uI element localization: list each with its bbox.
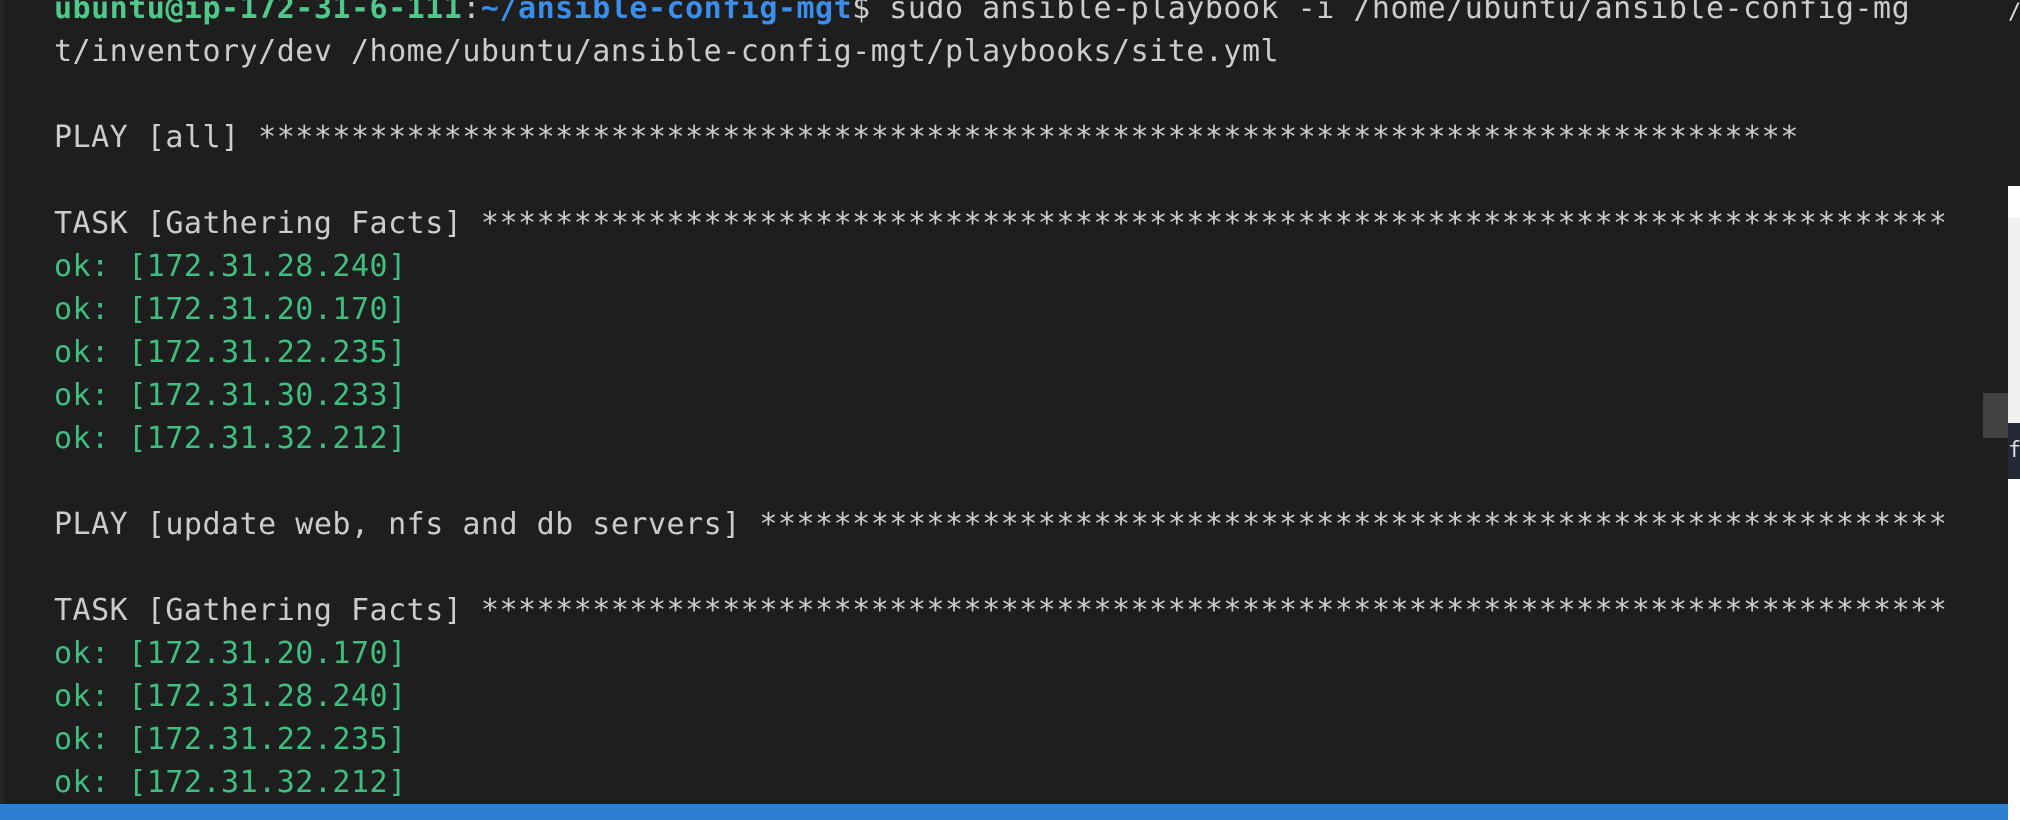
background-text: /s — [2008, 0, 2020, 186]
task-result: ok: [172.31.22.235] — [54, 335, 407, 370]
terminal-panel[interactable]: ubuntu@ip-172-31-6-111:~/ansible-config-… — [0, 0, 2008, 804]
command-text: sudo ansible-playbook -i /home/ubuntu/an… — [870, 0, 1911, 26]
prompt-path: ~/ansible-config-mgt — [480, 0, 853, 26]
background-window: /s f — [2008, 0, 2020, 820]
task-result: ok: [172.31.20.170] — [54, 292, 407, 327]
play-header: PLAY [update web, nfs and db servers] **… — [54, 507, 1948, 542]
task-result: ok: [172.31.28.240] — [54, 249, 407, 284]
scrollbar-thumb[interactable] — [1983, 393, 2008, 438]
prompt-separator: : — [462, 0, 481, 26]
prompt-line: ubuntu@ip-172-31-6-111:~/ansible-config-… — [54, 0, 1947, 30]
task-result: ok: [172.31.20.170] — [54, 636, 407, 671]
task-result: ok: [172.31.32.212] — [54, 421, 407, 456]
terminal-output: ubuntu@ip-172-31-6-111:~/ansible-config-… — [54, 0, 1947, 804]
task-result: ok: [172.31.22.235] — [54, 722, 407, 757]
command-continuation: t/inventory/dev /home/ubuntu/ansible-con… — [54, 34, 1280, 69]
status-bar — [0, 804, 2008, 820]
task-result: ok: [172.31.32.212] — [54, 765, 407, 800]
task-header: TASK [Gathering Facts] *****************… — [54, 206, 1948, 241]
prompt-symbol: $ — [852, 0, 871, 26]
play-header: PLAY [all] *****************************… — [54, 120, 1799, 155]
background-text: f — [2008, 423, 2020, 479]
task-result: ok: [172.31.30.233] — [54, 378, 407, 413]
background-pane — [2008, 218, 2020, 423]
task-result: ok: [172.31.28.240] — [54, 679, 407, 714]
prompt-user: ubuntu@ip-172-31-6-111 — [54, 0, 463, 26]
task-header: TASK [Gathering Facts] *****************… — [54, 593, 1948, 628]
panel-edge — [0, 0, 4, 804]
